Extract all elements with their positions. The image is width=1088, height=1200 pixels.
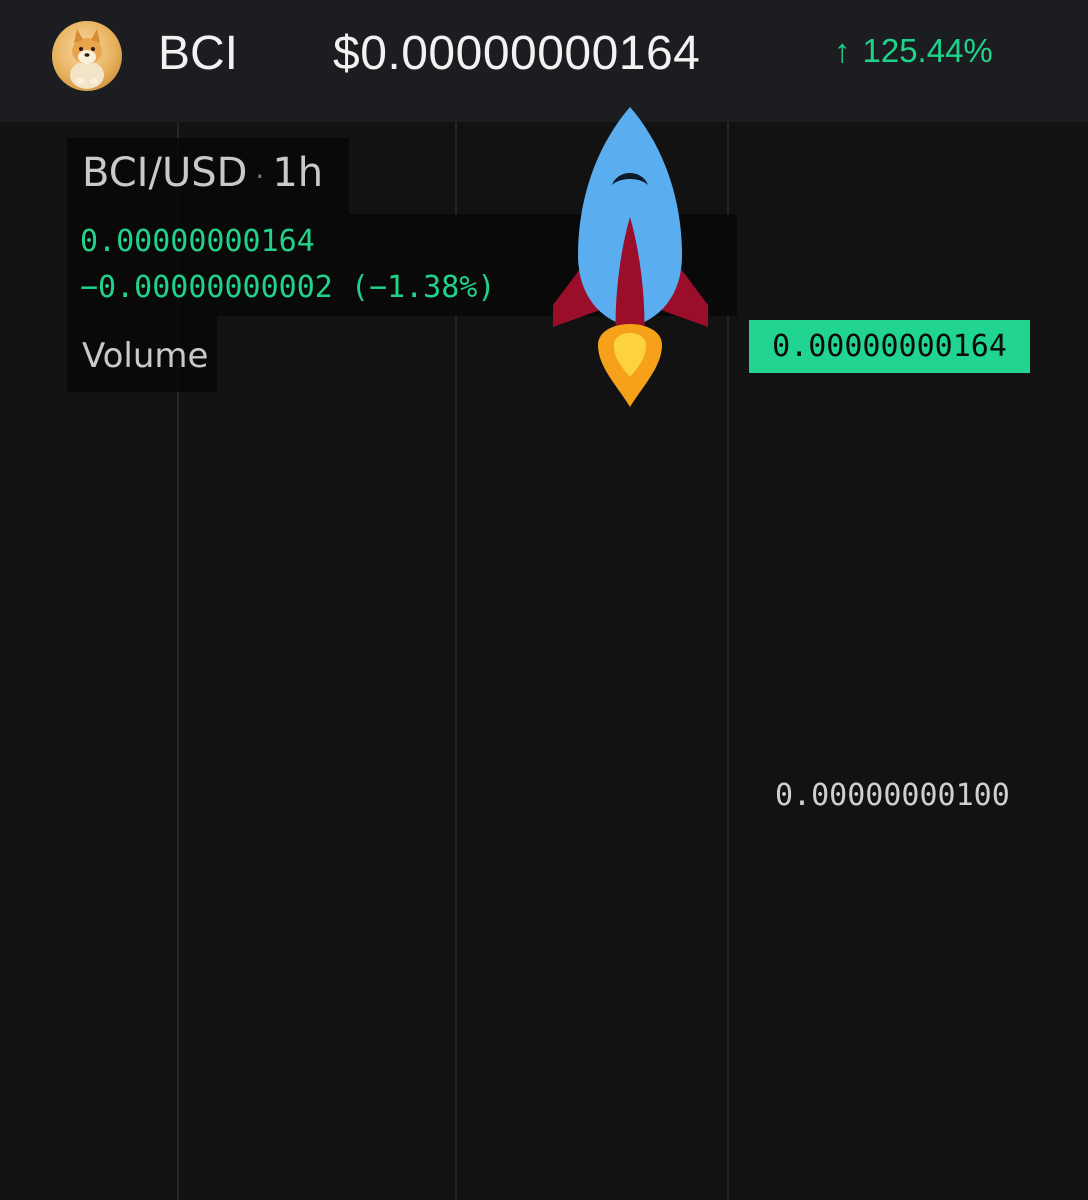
rocket-icon xyxy=(553,107,708,407)
shiba-coin-logo-icon xyxy=(52,21,122,91)
change-percent: 125.44% xyxy=(862,32,993,69)
volume-label: Volume xyxy=(82,336,209,376)
y-axis-tick-label: 0.00000000100 xyxy=(775,778,1010,813)
legend-separator: · xyxy=(255,160,265,193)
ticker-symbol: BCI xyxy=(158,27,239,80)
legend-change-value: −0.00000000002 (−1.38%) xyxy=(80,270,496,305)
arrow-up-icon: ↑ xyxy=(834,32,851,69)
legend-pair: BCI/USD · 1h xyxy=(82,150,323,196)
interval-label: 1h xyxy=(272,150,324,196)
legend-close-value: 0.00000000164 xyxy=(80,224,315,259)
pair-name: BCI/USD xyxy=(82,150,248,196)
last-price-tag: 0.00000000164 xyxy=(749,320,1030,373)
price-change: ↑ 125.44% xyxy=(834,32,993,70)
ticker-header: BCI $0.00000000164 ↑ 125.44% xyxy=(0,0,1088,122)
current-price: $0.00000000164 xyxy=(333,27,701,80)
